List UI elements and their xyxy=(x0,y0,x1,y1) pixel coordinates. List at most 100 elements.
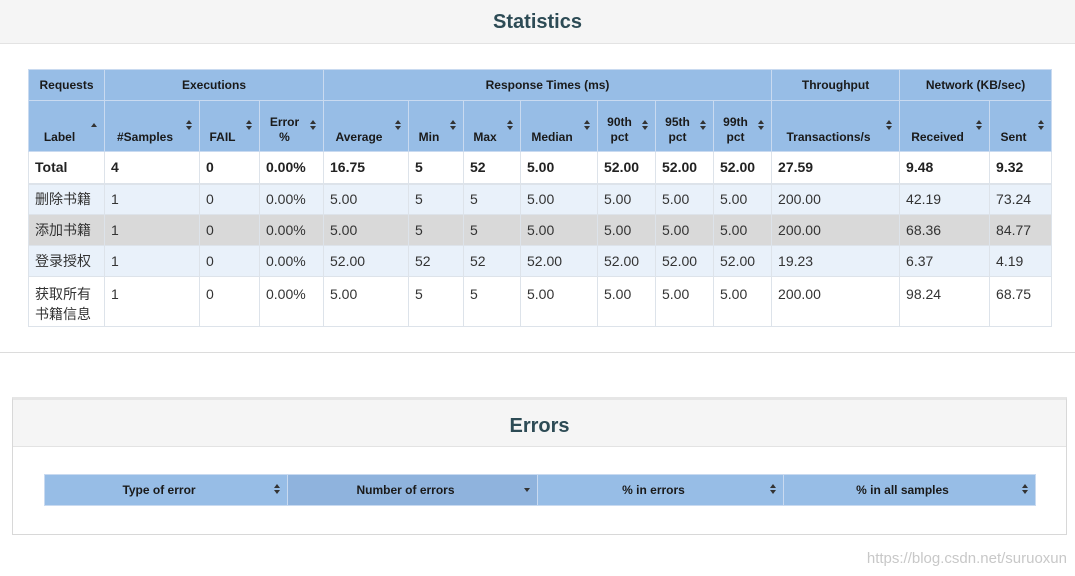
cell-min: 5 xyxy=(408,151,464,185)
cell-95th-pct: 5.00 xyxy=(655,183,714,215)
column-header-label: FAIL xyxy=(209,130,236,144)
cell-average: 5.00 xyxy=(323,276,409,327)
sort-icon xyxy=(1038,120,1046,132)
group-network: Network (KB/sec) xyxy=(899,69,1053,101)
column-header-95th-pct[interactable]: 95th pct xyxy=(655,100,714,152)
sort-icon xyxy=(758,120,766,132)
column-header-transactions-s[interactable]: Transactions/s xyxy=(771,100,901,152)
cell-90th-pct: 5.00 xyxy=(597,214,656,246)
errors-header-in-all-samples[interactable]: % in all samples xyxy=(783,474,1036,506)
sort-icon xyxy=(886,120,894,132)
cell-received: 42.19 xyxy=(899,183,991,215)
column-header-label: #Samples xyxy=(116,130,174,144)
column-header-label: Received xyxy=(911,130,964,144)
sort-icon xyxy=(642,120,650,132)
cell-fail: 0 xyxy=(199,183,260,215)
cell-fail: 0 xyxy=(199,214,260,246)
errors-header-label: % in all samples xyxy=(856,483,949,497)
errors-table: Type of error Number of errors % in errors… xyxy=(44,474,1036,506)
errors-header-label: % in errors xyxy=(622,483,685,497)
cell-average: 16.75 xyxy=(323,151,409,185)
sort-icon xyxy=(976,120,984,132)
cell-min: 5 xyxy=(408,183,464,215)
cell-max: 5 xyxy=(463,183,521,215)
errors-header-row: Type of error Number of errors % in errors… xyxy=(44,474,1036,506)
table-row[interactable]: 登录授权 1 0 0.00% 52.00 52 52 52.00 52.00 52.00 52.00… xyxy=(28,245,1053,277)
column-header-max[interactable]: Max xyxy=(463,100,521,152)
sort-descending-icon xyxy=(524,484,532,496)
cell-label: 添加书籍 xyxy=(28,214,105,246)
cell-max: 5 xyxy=(463,214,521,246)
cell-median: 52.00 xyxy=(520,245,598,277)
statistics-body: Total 4 0 0.00% 16.75 5 52 5.00 52.00 52.00 52.00 2… xyxy=(28,151,1053,327)
cell-fail: 0 xyxy=(199,151,260,185)
column-header-label: Error % xyxy=(269,115,300,144)
cell-sent: 73.24 xyxy=(989,183,1053,215)
errors-header-label: Number of errors xyxy=(356,483,455,497)
column-header-average[interactable]: Average xyxy=(323,100,409,152)
cell-median: 5.00 xyxy=(520,183,598,215)
column-group-row: Requests Executions Response Times (ms) … xyxy=(28,69,1053,101)
column-header-error[interactable]: Error % xyxy=(259,100,324,152)
cell-95th-pct: 5.00 xyxy=(655,214,714,246)
sort-icon xyxy=(770,484,778,496)
column-header-label: Max xyxy=(473,130,497,144)
cell-transactions-s: 19.23 xyxy=(771,245,901,277)
cell-transactions-s: 27.59 xyxy=(771,151,901,185)
statistics-table: Requests Executions Response Times (ms) … xyxy=(28,69,1053,327)
cell-transactions-s: 200.00 xyxy=(771,276,901,327)
cell-average: 5.00 xyxy=(323,183,409,215)
table-row[interactable]: 获取所有书籍信息 1 0 0.00% 5.00 5 5 5.00 5.00 5.00 5.00 200… xyxy=(28,276,1053,327)
column-header-min[interactable]: Min xyxy=(408,100,464,152)
table-row[interactable]: 添加书籍 1 0 0.00% 5.00 5 5 5.00 5.00 5.00 5.00 200.00 6… xyxy=(28,214,1053,246)
sort-icon xyxy=(584,120,592,132)
cell-samples: 1 xyxy=(104,245,200,277)
cell-error: 0.00% xyxy=(259,245,324,277)
column-header-row: Label #Samples FAIL Error % Average Min Max Med… xyxy=(28,100,1053,152)
column-header-label: Label xyxy=(43,130,76,144)
column-header-sent[interactable]: Sent xyxy=(989,100,1053,152)
cell-error: 0.00% xyxy=(259,214,324,246)
cell-min: 5 xyxy=(408,214,464,246)
cell-transactions-s: 200.00 xyxy=(771,214,901,246)
cell-label: 获取所有书籍信息 xyxy=(28,276,105,327)
cell-label: Total xyxy=(28,151,105,185)
errors-header-label: Type of error xyxy=(122,483,196,497)
column-header-samples[interactable]: #Samples xyxy=(104,100,200,152)
cell-sent: 84.77 xyxy=(989,214,1053,246)
table-row[interactable]: 删除书籍 1 0 0.00% 5.00 5 5 5.00 5.00 5.00 5.00 200.00 4… xyxy=(28,183,1053,215)
sort-icon xyxy=(310,120,318,132)
column-header-99th-pct[interactable]: 99th pct xyxy=(712,100,773,152)
sort-icon xyxy=(274,484,282,496)
sort-ascending-icon xyxy=(91,120,99,132)
column-header-label[interactable]: Label xyxy=(28,100,105,152)
errors-header-number-of-errors[interactable]: Number of errors xyxy=(287,474,538,506)
column-header-fail[interactable]: FAIL xyxy=(199,100,260,152)
statistics-title: Statistics xyxy=(0,0,1075,44)
errors-header-type-of-error[interactable]: Type of error xyxy=(44,474,288,506)
group-response-times: Response Times (ms) xyxy=(322,69,773,101)
column-header-median[interactable]: Median xyxy=(520,100,598,152)
statistics-panel: Statistics Requests Executions Response … xyxy=(0,0,1075,353)
cell-max: 52 xyxy=(463,151,521,185)
watermark: https://blog.csdn.net/suruoxun xyxy=(866,550,1067,567)
cell-95th-pct: 5.00 xyxy=(655,276,714,327)
errors-header-in-errors[interactable]: % in errors xyxy=(537,474,784,506)
sort-icon xyxy=(507,120,515,132)
cell-received: 68.36 xyxy=(899,214,991,246)
errors-title: Errors xyxy=(13,400,1066,447)
cell-max: 5 xyxy=(463,276,521,327)
cell-90th-pct: 5.00 xyxy=(597,276,656,327)
column-header-90th-pct[interactable]: 90th pct xyxy=(597,100,656,152)
column-header-label: 90th pct xyxy=(607,115,632,144)
total-row[interactable]: Total 4 0 0.00% 16.75 5 52 5.00 52.00 52.00 52.00 2… xyxy=(28,151,1053,185)
cell-99th-pct: 52.00 xyxy=(712,151,773,185)
cell-sent: 9.32 xyxy=(989,151,1053,185)
cell-samples: 4 xyxy=(104,151,200,185)
column-header-label: Median xyxy=(531,130,573,144)
cell-90th-pct: 52.00 xyxy=(597,151,656,185)
group-requests: Requests xyxy=(28,69,105,101)
sort-icon xyxy=(246,120,254,132)
cell-label: 删除书籍 xyxy=(28,183,105,215)
column-header-received[interactable]: Received xyxy=(899,100,991,152)
